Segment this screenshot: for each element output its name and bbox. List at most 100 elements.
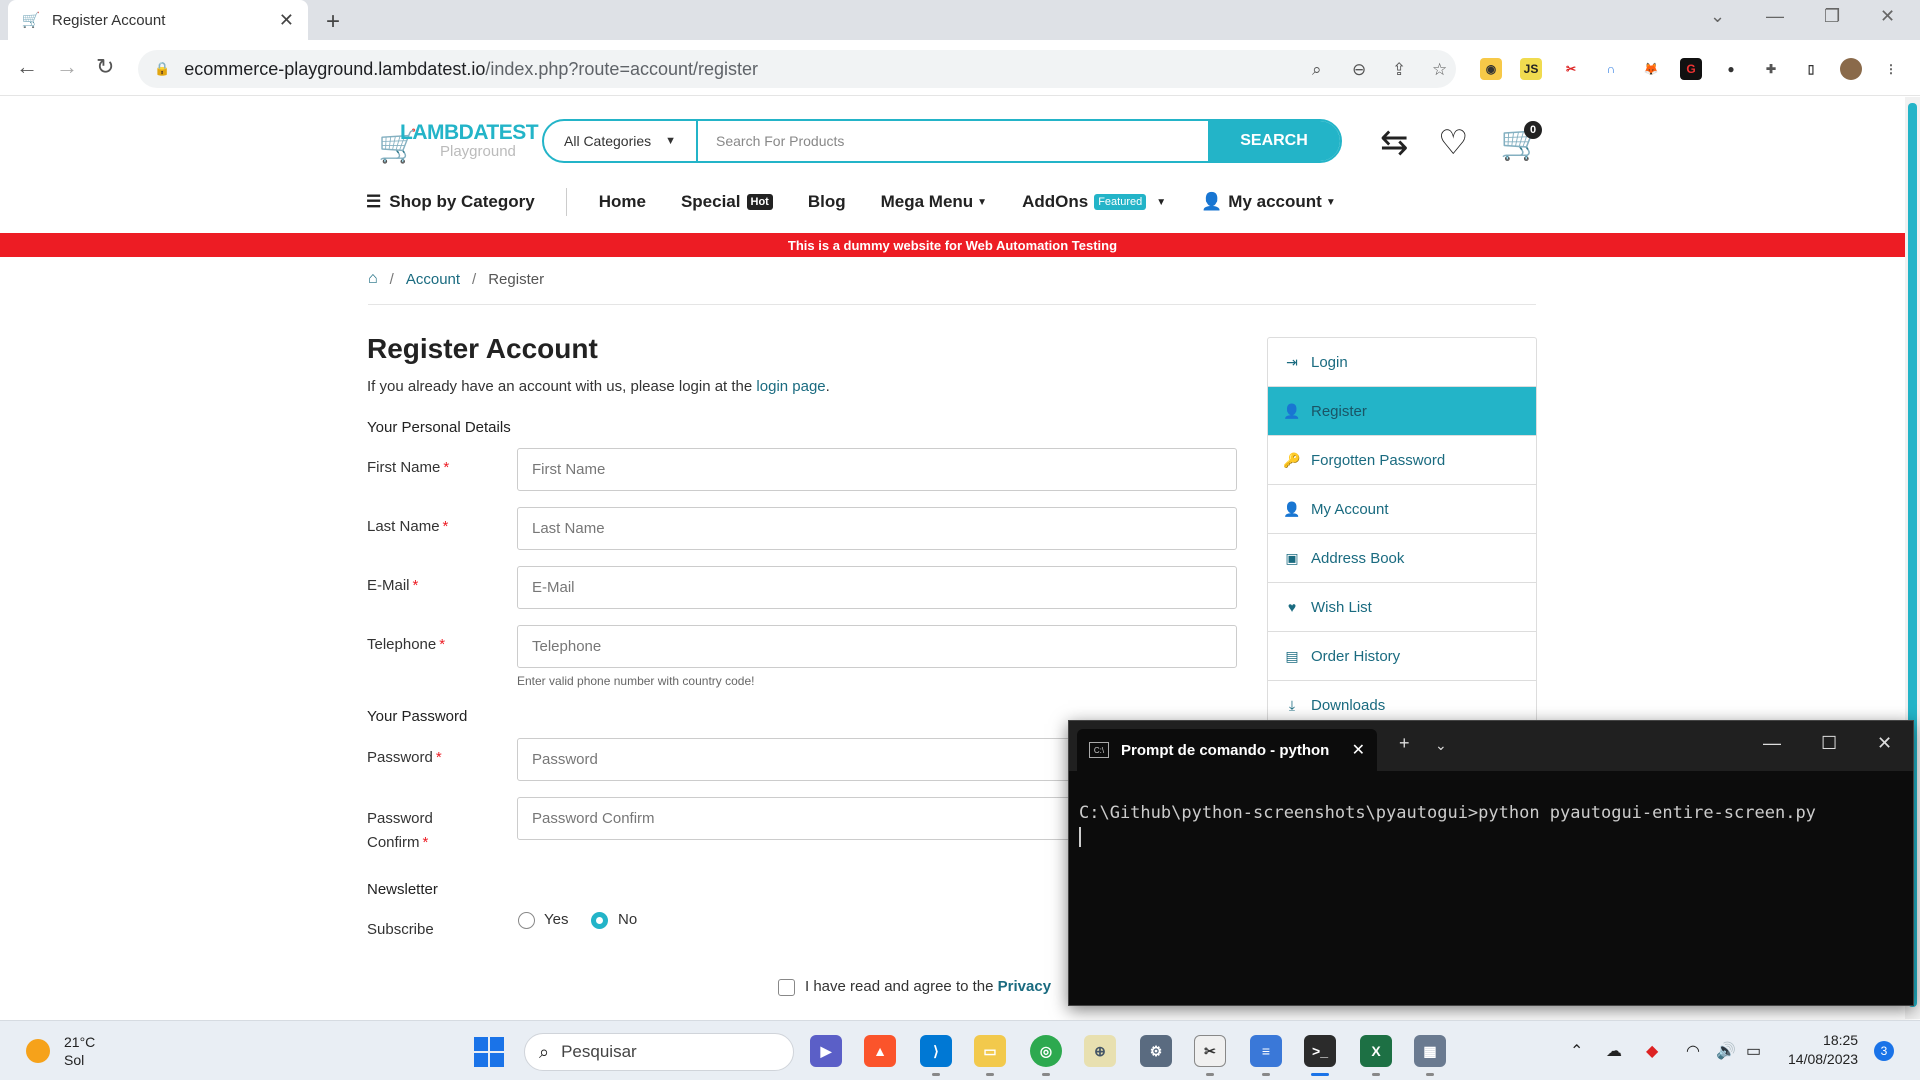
system-clock[interactable]: 18:25 14/08/2023 [1788, 1031, 1858, 1069]
menu-blog-label: Blog [807, 192, 846, 211]
teams-chat-icon[interactable]: ▶ [810, 1035, 842, 1067]
menu-addons[interactable]: AddOns Featured ▼ [1022, 192, 1166, 212]
start-windows-icon[interactable] [474, 1037, 504, 1067]
password-heading: Your Password [367, 708, 468, 725]
chevron-up-icon[interactable]: ⌃ [1570, 1041, 1583, 1061]
wifi-icon[interactable]: ◠ [1686, 1041, 1700, 1061]
extension-6-icon[interactable]: G [1680, 58, 1702, 80]
clock-time: 18:25 [1823, 1032, 1859, 1048]
extension-3-icon[interactable]: ✂ [1560, 58, 1582, 80]
site-logo[interactable]: 🛒 LAMBDATEST Playground [378, 121, 539, 167]
breadcrumb-account[interactable]: Account [406, 271, 460, 288]
weather-widget[interactable]: 21°C Sol [26, 1033, 95, 1069]
menu-mega-menu[interactable]: Mega Menu ▼ [881, 192, 987, 212]
wishlist-heart-icon[interactable]: ♡ [1438, 123, 1468, 163]
subscribe-yes-label[interactable]: Yes [544, 911, 568, 928]
home-icon[interactable]: ⌂ [368, 270, 378, 288]
metamask-icon[interactable]: 🦊 [1640, 58, 1662, 80]
terminal-tab[interactable]: C:\ Prompt de comando - python ✕ [1077, 729, 1377, 771]
browser-tabstrip: 🛒 Register Account ✕ + ⌄ — ❐ ✕ [0, 0, 1920, 40]
browser-tab[interactable]: 🛒 Register Account ✕ [8, 0, 308, 40]
extensions-puzzle-icon[interactable]: ✚ [1760, 58, 1782, 80]
menu-blog[interactable]: Blog [808, 192, 846, 212]
chrome-icon[interactable]: ◎ [1030, 1035, 1062, 1067]
profile-avatar[interactable] [1840, 58, 1862, 80]
extension-4-icon[interactable]: ∩ [1600, 58, 1622, 80]
menu-home[interactable]: Home [599, 192, 646, 212]
bookmark-star-icon[interactable]: ☆ [1432, 60, 1447, 80]
notification-badge[interactable]: 3 [1874, 1041, 1894, 1061]
first-name-input[interactable] [517, 448, 1237, 491]
subscribe-no-radio[interactable] [591, 912, 608, 929]
privacy-agree-checkbox[interactable] [778, 979, 795, 996]
search-button[interactable]: SEARCH [1208, 121, 1340, 161]
tray-app-icon[interactable]: ◆ [1646, 1041, 1658, 1061]
vscode-icon[interactable]: ⟩ [920, 1035, 952, 1067]
battery-icon[interactable]: ▭ [1746, 1041, 1761, 1061]
share-icon[interactable]: ⇪ [1392, 60, 1406, 80]
terminal-window: C:\ Prompt de comando - python ✕ + ⌄ — ☐… [1068, 720, 1914, 1006]
zoom-icon[interactable]: ⊖ [1352, 60, 1366, 80]
volume-icon[interactable]: 🔊 [1716, 1041, 1736, 1061]
password-label: Password * [367, 749, 442, 766]
back-icon[interactable]: ← [16, 54, 38, 80]
terminal-output[interactable]: C:\Github\python-screenshots\pyautogui>p… [1069, 771, 1913, 852]
snipping-tool-icon[interactable]: ✂ [1194, 1035, 1226, 1067]
extension-1-icon[interactable]: ◉ [1480, 58, 1502, 80]
user-icon: 👤 [1201, 192, 1223, 211]
sidebar-item-register[interactable]: 👤 Register [1268, 387, 1536, 436]
sidebar-item-my-account[interactable]: 👤 My Account [1268, 485, 1536, 534]
search-input[interactable] [698, 121, 1208, 161]
compare-icon[interactable]: ⇆ [1380, 123, 1409, 163]
extension-7-icon[interactable]: ● [1720, 58, 1742, 80]
sidebar-item-wish-list[interactable]: ♥ Wish List [1268, 583, 1536, 632]
last-name-input[interactable] [517, 507, 1237, 550]
terminal-maximize-icon[interactable]: ☐ [1821, 733, 1837, 754]
excel-icon[interactable]: X [1360, 1035, 1392, 1067]
settings-gear-icon[interactable]: ⚙ [1140, 1035, 1172, 1067]
forward-icon[interactable]: → [56, 54, 78, 80]
sidebar-item-label: Wish List [1311, 598, 1372, 616]
notepad-icon[interactable]: ≡ [1250, 1035, 1282, 1067]
new-terminal-tab-icon[interactable]: + [1399, 733, 1410, 754]
sidebar-item-forgotten-password[interactable]: 🔑 Forgotten Password [1268, 436, 1536, 485]
login-page-link[interactable]: login page [756, 378, 825, 395]
address-bar[interactable]: 🔒 ecommerce-playground.lambdatest.io/ind… [138, 50, 1456, 88]
chrome-menu-icon[interactable]: ⋮ [1880, 58, 1902, 80]
heart-icon: ♥ [1287, 599, 1297, 615]
category-select[interactable]: All Categories ▼ [544, 121, 698, 161]
restore-icon[interactable]: ❐ [1824, 6, 1840, 27]
close-terminal-tab-icon[interactable]: ✕ [1352, 740, 1365, 760]
subscribe-no-label[interactable]: No [618, 911, 637, 928]
close-window-icon[interactable]: ✕ [1880, 6, 1895, 27]
terminal-dropdown-icon[interactable]: ⌄ [1435, 737, 1447, 754]
new-tab-button[interactable]: + [326, 8, 340, 36]
js-extension-icon[interactable]: JS [1520, 58, 1542, 80]
tab-search-icon[interactable]: ⌄ [1710, 6, 1725, 27]
telephone-input[interactable] [517, 625, 1237, 668]
search-page-icon[interactable]: ⌕ [1312, 60, 1322, 80]
terminal-close-icon[interactable]: ✕ [1877, 733, 1892, 754]
terminal-icon[interactable]: >_ [1304, 1035, 1336, 1067]
side-panel-icon[interactable]: ▯ [1800, 58, 1822, 80]
email-input[interactable] [517, 566, 1237, 609]
menu-special[interactable]: Special Hot [681, 192, 773, 212]
menu-my-account[interactable]: 👤 My account ▼ [1201, 192, 1336, 212]
reload-icon[interactable]: ↻ [96, 54, 114, 80]
sidebar-item-order-history[interactable]: ▤ Order History [1268, 632, 1536, 681]
app-icon[interactable]: ⊕ [1084, 1035, 1116, 1067]
terminal-minimize-icon[interactable]: — [1763, 733, 1781, 754]
privacy-policy-link[interactable]: Privacy [998, 978, 1051, 995]
shop-by-category-button[interactable]: ☰ Shop by Category [366, 192, 535, 212]
close-tab-icon[interactable]: ✕ [279, 10, 294, 31]
file-explorer-icon[interactable]: ▭ [974, 1035, 1006, 1067]
sidebar-item-login[interactable]: ⇥ Login [1268, 338, 1536, 387]
taskbar-search[interactable]: ⌕ Pesquisar [524, 1033, 794, 1071]
minimize-icon[interactable]: — [1766, 6, 1784, 27]
sidebar-item-address-book[interactable]: ▣ Address Book [1268, 534, 1536, 583]
onedrive-cloud-icon[interactable]: ☁ [1606, 1041, 1622, 1061]
subscribe-yes-radio[interactable] [518, 912, 535, 929]
calculator-icon[interactable]: ▦ [1414, 1035, 1446, 1067]
brave-icon[interactable]: ▲ [864, 1035, 896, 1067]
caret-down-icon: ▼ [977, 196, 988, 208]
